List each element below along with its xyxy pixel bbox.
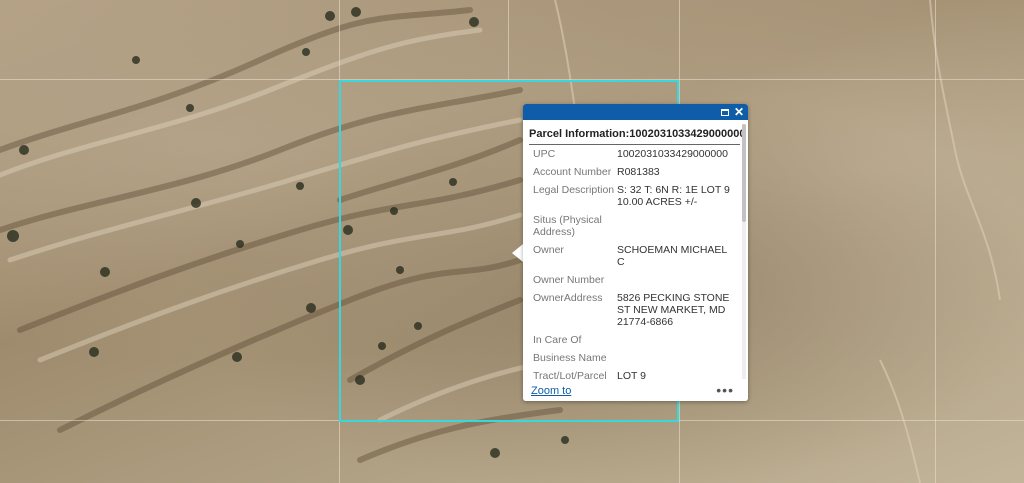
attribute-value: 1002031033429000000 [617, 148, 728, 160]
attribute-row: Tract/Lot/Parcel LOT 9 [523, 370, 741, 382]
popup-pointer [512, 244, 523, 262]
attribute-value: SCHOEMAN MICHAEL C [617, 244, 727, 268]
attribute-key: Tract/Lot/Parcel [533, 370, 607, 382]
scroll-thumb[interactable] [742, 124, 746, 222]
popup-header: ✕ [523, 104, 748, 120]
attribute-value: R081383 [617, 166, 660, 178]
popup-title: Parcel Information:1002031033429000000 [529, 128, 745, 145]
attribute-row: Account Number R081383 [523, 166, 741, 178]
grid-line [508, 0, 509, 80]
attribute-row: Owner SCHOEMAN MICHAEL C [523, 244, 741, 268]
maximize-icon[interactable] [718, 105, 732, 119]
attribute-list[interactable]: UPC 1002031033429000000 Account Number R081… [523, 148, 741, 384]
attribute-value: 5826 PECKING STONE ST NEW MARKET, MD 217… [617, 292, 730, 328]
grid-line [935, 0, 936, 483]
attribute-row: Situs (Physical Address) [523, 214, 741, 238]
popup-footer: Zoom to ••• [523, 383, 748, 401]
attribute-key: Situs (Physical Address) [533, 214, 602, 238]
attribute-key: OwnerAddress [533, 292, 603, 304]
attribute-row: Business Name [523, 352, 741, 364]
more-options-icon[interactable]: ••• [716, 383, 734, 397]
attribute-row: Legal Description S: 32 T: 6N R: 1E LOT 9… [523, 184, 741, 208]
attribute-row: Owner Number [523, 274, 741, 286]
attribute-row: In Care Of [523, 334, 741, 346]
attribute-key: Account Number [533, 166, 612, 178]
close-icon[interactable]: ✕ [732, 105, 746, 119]
attribute-value: S: 32 T: 6N R: 1E LOT 9 10.00 ACRES +/- [617, 184, 730, 208]
attribute-key: Legal Description [533, 184, 615, 196]
attribute-key: In Care Of [533, 334, 582, 346]
attribute-key: Owner Number [533, 274, 605, 286]
popup-scrollbar[interactable] [742, 124, 746, 379]
attribute-key: UPC [533, 148, 556, 160]
attribute-key: Owner [533, 244, 564, 256]
attribute-key: Business Name [533, 352, 607, 364]
parcel-info-popup: ✕ Parcel Information:1002031033429000000… [523, 104, 748, 401]
attribute-row: UPC 1002031033429000000 [523, 148, 741, 160]
attribute-value: LOT 9 [617, 370, 646, 382]
attribute-row: OwnerAddress 5826 PECKING STONE ST NEW MA… [523, 292, 741, 328]
zoom-to-link[interactable]: Zoom to [531, 385, 571, 397]
